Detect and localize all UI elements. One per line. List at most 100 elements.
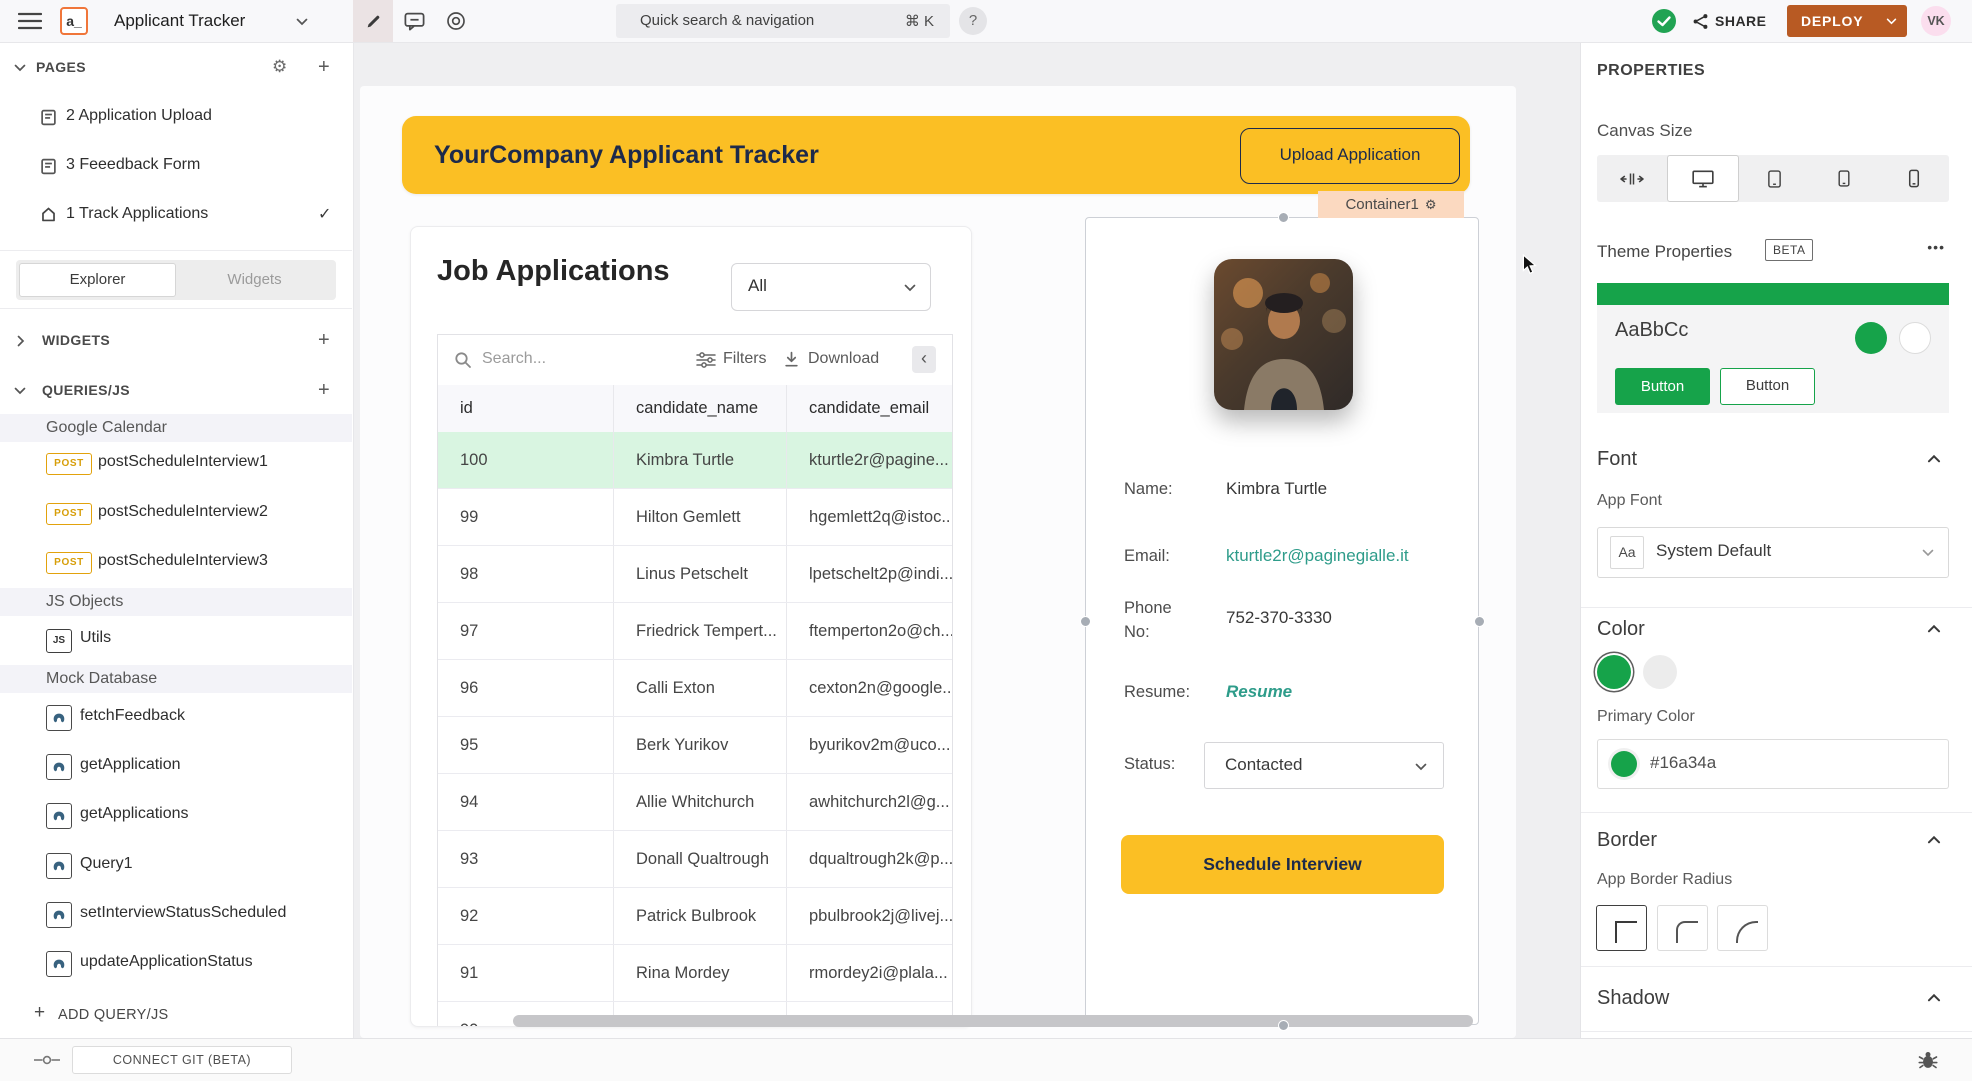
deploy-button[interactable]: DEPLOY <box>1787 5 1907 37</box>
font-collapse-chevron-up-icon[interactable] <box>1927 454 1941 463</box>
resize-handle-left[interactable] <box>1080 616 1091 627</box>
pages-header-label: PAGES <box>36 59 86 75</box>
canvas-size-tablet-large[interactable] <box>1739 155 1809 202</box>
app-title-chevron-down-icon[interactable] <box>296 18 308 26</box>
preview-mode-icon[interactable] <box>446 11 466 31</box>
table-row[interactable]: 95 Berk Yurikov byurikov2m@uco... <box>438 717 952 774</box>
sidebar-page-application-upload[interactable]: 2 Application Upload <box>0 97 352 137</box>
table-row[interactable]: 99 Hilton Gemlett hgemlett2q@istoc... <box>438 489 952 546</box>
query-item[interactable]: POST postScheduleInterview2 <box>0 494 352 534</box>
border-radius-none-selected[interactable] <box>1596 905 1647 951</box>
queries-chevron-down-icon[interactable] <box>14 387 26 395</box>
pages-chevron-down-icon[interactable] <box>14 64 26 72</box>
tab-explorer[interactable]: Explorer <box>19 263 176 297</box>
status-select[interactable]: Contacted <box>1204 742 1444 789</box>
canvas-size-tablet[interactable] <box>1809 155 1879 202</box>
quick-search-input[interactable]: Quick search & navigation ⌘ K <box>616 4 950 38</box>
share-button[interactable]: SHARE <box>1715 13 1767 29</box>
edit-mode-button[interactable] <box>353 0 393 42</box>
add-query-js-button[interactable]: + ADD QUERY/JS <box>0 1000 352 1030</box>
query-item[interactable]: fetchFeedback <box>0 697 352 737</box>
help-button[interactable]: ? <box>959 7 987 35</box>
sharp-corner-icon <box>1615 921 1637 943</box>
widget-settings-gear-icon[interactable]: ⚙ <box>1425 197 1437 213</box>
table-row[interactable]: 96 Calli Exton cexton2n@google... <box>438 660 952 717</box>
query-label: Query1 <box>80 855 132 873</box>
download-button[interactable]: Download <box>808 350 879 368</box>
query-item[interactable]: getApplications <box>0 795 352 835</box>
comment-mode-icon[interactable] <box>404 12 425 31</box>
app-title[interactable]: Applicant Tracker <box>114 11 245 31</box>
color-swatch-gray[interactable] <box>1643 655 1677 689</box>
query-item[interactable]: setInterviewStatusScheduled <box>0 894 352 934</box>
horizontal-scrollbar[interactable] <box>513 1015 1473 1027</box>
tab-widgets[interactable]: Widgets <box>176 263 333 297</box>
js-object-item[interactable]: JS Utils <box>0 620 352 660</box>
table-row[interactable]: 91 Rina Mordey rmordey2i@plala... <box>438 945 952 1002</box>
query-item[interactable]: POST postScheduleInterview1 <box>0 444 352 484</box>
border-collapse-chevron-up-icon[interactable] <box>1927 835 1941 844</box>
resize-handle-top[interactable] <box>1278 212 1289 223</box>
query-item[interactable]: Query1 <box>0 845 352 885</box>
canvas-size-fluid[interactable] <box>1597 155 1667 202</box>
debug-bug-icon[interactable] <box>1918 1050 1938 1070</box>
app-font-select[interactable]: Aa System Default <box>1597 527 1949 578</box>
table-row[interactable]: 98 Linus Petschelt lpetschelt2p@indi... <box>438 546 952 603</box>
datasource-group-mock-database[interactable]: Mock Database <box>0 665 352 693</box>
theme-options-menu[interactable]: ••• <box>1927 239 1945 255</box>
divider <box>1581 607 1972 608</box>
shadow-collapse-chevron-up-icon[interactable] <box>1927 993 1941 1002</box>
collapse-panel-button[interactable]: ‹ <box>912 346 936 373</box>
datasource-group-js-objects[interactable]: JS Objects <box>0 588 352 616</box>
table-row[interactable]: 94 Allie Whitchurch awhitchurch2l@g... <box>438 774 952 831</box>
status-filter-select[interactable]: All <box>731 263 931 311</box>
query-item[interactable]: POST postScheduleInterview3 <box>0 543 352 583</box>
selected-widget-badge[interactable]: Container1 ⚙ <box>1318 191 1464 218</box>
add-page-button[interactable]: + <box>318 57 330 77</box>
app-logo[interactable]: a_ <box>60 7 88 35</box>
primary-color-input[interactable]: #16a34a <box>1597 739 1949 789</box>
color-section-header: Color <box>1597 618 1645 641</box>
query-item[interactable]: getApplication <box>0 746 352 786</box>
candidate-detail-container[interactable]: Name: Kimbra Turtle Email: kturtle2r@pag… <box>1085 217 1479 1025</box>
table-row[interactable]: 93 Donall Qualtrough dqualtrough2k@p... <box>438 831 952 888</box>
sidebar-page-feedback-form[interactable]: 3 Feeedback Form <box>0 146 352 186</box>
column-header-id[interactable]: id <box>438 385 614 432</box>
query-item[interactable]: updateApplicationStatus <box>0 943 352 983</box>
pages-settings-gear-icon[interactable]: ⚙ <box>272 57 287 77</box>
column-header-candidate-email[interactable]: candidate_email <box>787 385 952 432</box>
table-row-selected[interactable]: 100 Kimbra Turtle kturtle2r@pagine... <box>438 432 952 489</box>
table-row[interactable]: 92 Patrick Bulbrook pbulbrook2j@livej... <box>438 888 952 945</box>
table-search-input[interactable]: Search... <box>482 350 546 368</box>
border-radius-large[interactable] <box>1717 905 1768 951</box>
widgets-chevron-right-icon[interactable] <box>17 335 25 347</box>
email-link[interactable]: kturtle2r@paginegialle.it <box>1226 546 1409 566</box>
theme-primary-button-preview: Button <box>1615 368 1710 405</box>
sidebar-page-track-applications[interactable]: 1 Track Applications ✓ <box>0 195 352 235</box>
query-label: fetchFeedback <box>80 707 185 725</box>
add-widget-button[interactable]: + <box>318 330 330 350</box>
table-row[interactable]: 97 Friedrick Tempert... ftemperton2o@ch.… <box>438 603 952 660</box>
resume-link[interactable]: Resume <box>1226 682 1292 702</box>
add-query-plus-button[interactable]: + <box>318 380 330 400</box>
user-avatar[interactable]: VK <box>1921 6 1951 36</box>
share-icon[interactable] <box>1692 13 1709 30</box>
color-swatch-green-selected[interactable] <box>1597 655 1631 689</box>
border-radius-medium[interactable] <box>1657 905 1708 951</box>
schedule-interview-button[interactable]: Schedule Interview <box>1121 835 1444 894</box>
hamburger-menu-icon[interactable] <box>18 12 42 30</box>
canvas-size-mobile[interactable] <box>1879 155 1949 202</box>
filters-button[interactable]: Filters <box>723 350 767 368</box>
connect-git-button[interactable]: CONNECT GIT (BETA) <box>72 1046 292 1074</box>
shadow-section-header: Shadow <box>1597 987 1669 1010</box>
color-collapse-chevron-up-icon[interactable] <box>1927 624 1941 633</box>
queries-section-header[interactable]: QUERIES/JS + <box>0 376 352 406</box>
column-header-candidate-name[interactable]: candidate_name <box>614 385 787 432</box>
postgres-icon <box>46 902 72 928</box>
widgets-section-header[interactable]: WIDGETS + <box>0 326 352 356</box>
datasource-group-google-calendar[interactable]: Google Calendar <box>0 414 352 442</box>
canvas-size-desktop-selected[interactable] <box>1667 155 1739 202</box>
resize-handle-bottom[interactable] <box>1278 1020 1289 1031</box>
resize-handle-right[interactable] <box>1474 616 1485 627</box>
upload-application-button[interactable]: Upload Application <box>1240 128 1460 184</box>
